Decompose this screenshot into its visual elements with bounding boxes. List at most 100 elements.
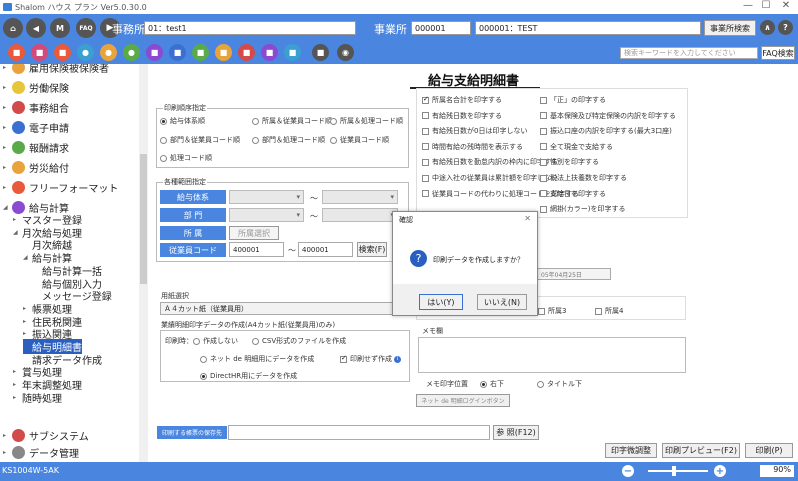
pdf-radio-directhr[interactable]: DirectHR用にデータを作成: [200, 371, 297, 381]
sidebar-item[interactable]: ▸ 報酬請求: [3, 140, 69, 155]
shozoku3-checkbox[interactable]: 所属3: [538, 306, 566, 316]
expand-icon[interactable]: ▸: [3, 84, 12, 91]
sidebar-item[interactable]: ▸ 電子申請: [3, 120, 69, 135]
expand-icon[interactable]: ▸: [3, 104, 12, 111]
shozoku-select-button[interactable]: 所属選択: [229, 226, 279, 240]
memo-textarea[interactable]: [418, 337, 686, 373]
sidebar-item[interactable]: ▸ 事務組合: [3, 100, 69, 115]
option-checkbox[interactable]: 支給日を印字する: [540, 189, 606, 199]
faq-search-button[interactable]: FAQ検索: [761, 46, 795, 60]
shozoku4-checkbox[interactable]: 所属4: [595, 306, 623, 316]
order-radio-3[interactable]: 所属＆処理コード順: [330, 116, 403, 126]
sidebar-item[interactable]: ▸ 労災給付: [3, 160, 69, 175]
option-checkbox[interactable]: 有給残日数を勤怠内訳の枠内に印字する: [422, 157, 558, 167]
faq-icon[interactable]: FAQ: [76, 18, 96, 38]
order-radio-6[interactable]: 従業員コード順: [330, 135, 389, 145]
keyword-search-input[interactable]: 検索キーワードを入力してください: [620, 47, 758, 59]
search-button[interactable]: 検索(F): [357, 242, 387, 257]
sidebar-item[interactable]: ▸ サブシステム: [3, 428, 89, 443]
maximize-button[interactable]: ☐: [756, 0, 776, 11]
jigyosho-select[interactable]: 01：test1: [144, 21, 356, 35]
expand-icon[interactable]: ◢: [3, 204, 12, 211]
toolbar-icon-9[interactable]: ■: [192, 44, 209, 61]
toolbar-icon-14[interactable]: ■: [312, 44, 329, 61]
expand-icon[interactable]: ▸: [13, 368, 22, 375]
order-radio-1[interactable]: 給与体系順: [160, 116, 205, 126]
option-checkbox[interactable]: 所属名合計を印字する: [422, 95, 502, 105]
toolbar-icon-2[interactable]: ■: [31, 44, 48, 61]
print-preview-button[interactable]: 印刷プレビュー(F2): [662, 443, 740, 458]
net-login-button[interactable]: ネット de 明細ログインボタン: [416, 394, 510, 407]
expand-icon[interactable]: ◢: [13, 229, 22, 236]
save-path-input[interactable]: [228, 425, 490, 440]
expand-icon[interactable]: ▸: [23, 330, 32, 337]
paper-select[interactable]: Ａ４カット紙（従業員用）: [160, 302, 410, 315]
dialog-no-button[interactable]: いいえ(N): [477, 294, 527, 310]
menu-icon[interactable]: M: [50, 18, 70, 38]
sidebar-item[interactable]: ▸ データ管理: [3, 445, 79, 460]
minimize-button[interactable]: —: [738, 0, 758, 11]
toolbar-icon-13[interactable]: ■: [284, 44, 301, 61]
option-checkbox[interactable]: 中途入社の従業員は累計額を印字しない: [422, 173, 558, 183]
pdf-radio-none[interactable]: 作成しない: [193, 336, 238, 346]
expand-icon[interactable]: ▸: [3, 432, 12, 439]
bumon-to[interactable]: ▾: [322, 208, 398, 222]
option-checkbox[interactable]: 基本保険及び特定保険の内訳を印字する: [540, 111, 676, 121]
expand-icon[interactable]: ▸: [23, 318, 32, 325]
pdf-radio-net[interactable]: ネット de 明細用にデータを作成: [200, 354, 314, 364]
bumon-from[interactable]: ▾: [229, 208, 304, 222]
option-checkbox[interactable]: 有給残日数が0日は印字しない: [422, 126, 527, 136]
toolbar-icon-10[interactable]: ■: [215, 44, 232, 61]
toolbar-icon-4[interactable]: ●: [77, 44, 94, 61]
office-code-input[interactable]: 000001: [411, 21, 471, 35]
office-name-select[interactable]: 000001：TEST: [475, 21, 701, 35]
office-search-button[interactable]: 事業所検索: [704, 20, 756, 36]
order-radio-7[interactable]: 処理コード順: [160, 153, 212, 163]
expand-icon[interactable]: ▸: [3, 64, 12, 71]
sidebar-scrollbar[interactable]: [139, 64, 148, 462]
camera-icon[interactable]: ◉: [337, 44, 354, 61]
toolbar-icon-3[interactable]: ■: [54, 44, 71, 61]
zoom-in-icon[interactable]: +: [714, 465, 726, 477]
home-icon[interactable]: ⌂: [3, 18, 23, 38]
option-checkbox[interactable]: 振込口座の内訳を印字する(最大3口座): [540, 126, 672, 136]
option-checkbox[interactable]: 性別を印字する: [540, 157, 599, 167]
no-print-checkbox[interactable]: 印刷せず作成i: [340, 354, 401, 364]
pdf-radio-csv[interactable]: CSV形式のファイルを作成: [252, 336, 346, 346]
option-checkbox[interactable]: 網掛(カラー)を印字する: [540, 204, 625, 214]
toolbar-icon-11[interactable]: ■: [238, 44, 255, 61]
memo-pos-undertitle[interactable]: タイトル下: [537, 379, 582, 389]
print-adjust-button[interactable]: 印字微調整: [605, 443, 657, 458]
expand-icon[interactable]: ▸: [3, 164, 12, 171]
dialog-yes-button[interactable]: はい(Y): [419, 294, 463, 310]
expand-icon[interactable]: ▸: [13, 381, 22, 388]
option-checkbox[interactable]: 全て現金で支給する: [540, 142, 613, 152]
dialog-close-icon[interactable]: ✕: [524, 214, 531, 223]
employee-code-from[interactable]: 400001: [229, 242, 284, 257]
back-icon[interactable]: ◀: [26, 18, 46, 38]
expand-icon[interactable]: ▸: [13, 394, 22, 401]
order-radio-5[interactable]: 部門＆処理コード順: [252, 135, 325, 145]
expand-icon[interactable]: ▸: [13, 216, 22, 223]
toolbar-icon-1[interactable]: ■: [8, 44, 25, 61]
browse-button[interactable]: 参 照(F12): [493, 425, 539, 440]
toolbar-icon-6[interactable]: ●: [123, 44, 140, 61]
sidebar-item[interactable]: ▸ フリーフォーマット: [3, 180, 118, 195]
option-checkbox[interactable]: 時間有給の残時間を表示する: [422, 142, 523, 152]
kyuyo-taikei-to[interactable]: ▾: [322, 190, 398, 204]
order-radio-4[interactable]: 部門＆従業員コード順: [160, 135, 240, 145]
expand-icon[interactable]: ▸: [3, 449, 12, 456]
expand-icon[interactable]: ▸: [3, 144, 12, 151]
expand-icon[interactable]: ▸: [3, 124, 12, 131]
memo-pos-bottomright[interactable]: 右下: [480, 379, 504, 389]
sidebar-subitem[interactable]: ▸ 随時処理: [13, 390, 62, 405]
print-button[interactable]: 印刷(P): [745, 443, 793, 458]
zoom-slider-handle[interactable]: [672, 466, 676, 476]
sidebar-item[interactable]: ▸ 雇用保険被保険者: [3, 64, 109, 75]
toolbar-icon-8[interactable]: ■: [169, 44, 186, 61]
zoom-out-icon[interactable]: −: [622, 465, 634, 477]
expand-icon[interactable]: ▸: [3, 184, 12, 191]
toolbar-icon-7[interactable]: ■: [146, 44, 163, 61]
option-checkbox[interactable]: 「正」の印字する: [540, 95, 606, 105]
toolbar-icon-5[interactable]: ●: [100, 44, 117, 61]
